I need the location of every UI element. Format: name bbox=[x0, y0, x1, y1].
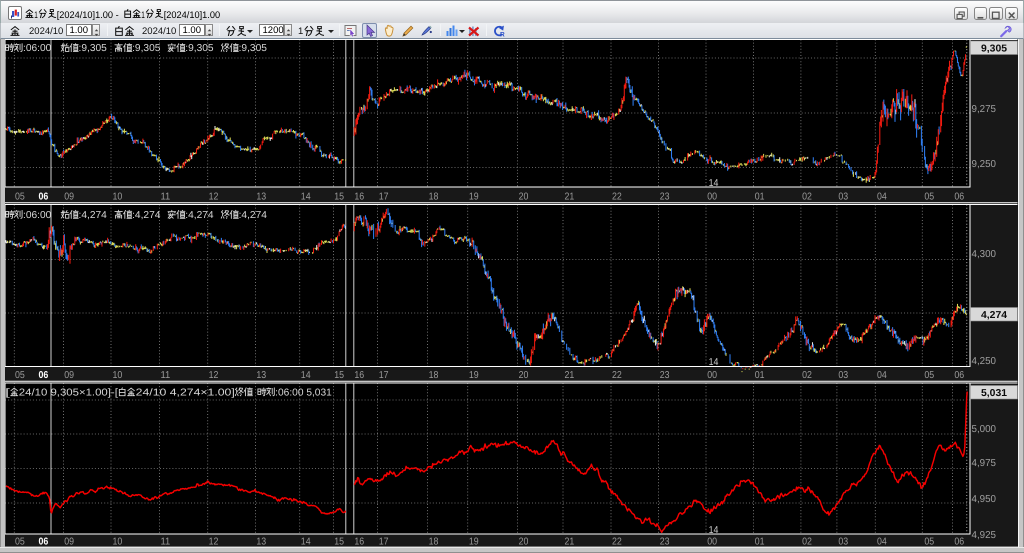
svg-text::06:00: :06:00 bbox=[23, 43, 52, 54]
svg-text:9,275: 9,275 bbox=[972, 104, 997, 115]
svg-text::06:00: :06:00 bbox=[23, 210, 52, 221]
svg-text:04: 04 bbox=[877, 370, 887, 381]
svg-text:20: 20 bbox=[519, 191, 529, 202]
svg-text:13: 13 bbox=[256, 370, 266, 381]
svg-text:17: 17 bbox=[379, 370, 389, 381]
svg-text:[2024/10]1.00 -: [2024/10]1.00 - bbox=[57, 10, 119, 21]
svg-text:18: 18 bbox=[429, 191, 439, 202]
svg-text:4,950: 4,950 bbox=[972, 494, 997, 505]
svg-text:18: 18 bbox=[429, 370, 439, 381]
svg-text:00: 00 bbox=[707, 370, 717, 381]
svg-text:06: 06 bbox=[954, 191, 964, 202]
svg-text:[: [ bbox=[5, 387, 10, 398]
svg-text:23: 23 bbox=[660, 370, 670, 381]
svg-text:14: 14 bbox=[709, 525, 719, 536]
svg-text:4,300: 4,300 bbox=[972, 249, 997, 260]
svg-text::9,305: :9,305 bbox=[132, 43, 161, 54]
svg-text::9,305: :9,305 bbox=[239, 43, 268, 54]
svg-text:21: 21 bbox=[565, 191, 575, 202]
svg-text::4,274: :4,274 bbox=[239, 210, 268, 221]
svg-text:09: 09 bbox=[64, 191, 74, 202]
svg-text::4,274: :4,274 bbox=[185, 210, 214, 221]
svg-text:22: 22 bbox=[612, 370, 622, 381]
svg-text:03: 03 bbox=[838, 370, 848, 381]
svg-text:22: 22 bbox=[612, 191, 622, 202]
svg-text:9,305: 9,305 bbox=[981, 43, 1007, 54]
svg-text:16: 16 bbox=[354, 370, 364, 381]
svg-text:12: 12 bbox=[209, 191, 219, 202]
svg-text:9,250: 9,250 bbox=[972, 159, 997, 170]
svg-text:4,975: 4,975 bbox=[972, 458, 997, 469]
svg-text:5,000: 5,000 bbox=[972, 424, 997, 435]
svg-text:12: 12 bbox=[209, 370, 219, 381]
svg-text:14: 14 bbox=[709, 357, 719, 368]
svg-text:23: 23 bbox=[660, 191, 670, 202]
svg-text:14: 14 bbox=[301, 370, 311, 381]
svg-text::4,274: :4,274 bbox=[132, 210, 161, 221]
svg-text:20: 20 bbox=[519, 370, 529, 381]
svg-text:1: 1 bbox=[141, 10, 145, 21]
svg-text:05: 05 bbox=[924, 370, 934, 381]
svg-text:11: 11 bbox=[161, 191, 171, 202]
svg-text:14: 14 bbox=[301, 191, 311, 202]
svg-text:19: 19 bbox=[469, 370, 479, 381]
svg-text:09: 09 bbox=[64, 370, 74, 381]
svg-text:02: 02 bbox=[802, 191, 812, 202]
svg-text::4,274: :4,274 bbox=[79, 210, 108, 221]
svg-text:10: 10 bbox=[113, 370, 123, 381]
svg-text:24/10 9,305×1.00]-[: 24/10 9,305×1.00]-[ bbox=[19, 387, 118, 398]
svg-text:15: 15 bbox=[334, 191, 344, 202]
svg-text:16: 16 bbox=[354, 191, 364, 202]
svg-text:01: 01 bbox=[755, 191, 765, 202]
svg-text:03: 03 bbox=[838, 191, 848, 202]
svg-text:4,274: 4,274 bbox=[981, 310, 1007, 321]
svg-text:5,031: 5,031 bbox=[981, 388, 1007, 399]
svg-text:13: 13 bbox=[256, 191, 266, 202]
svg-text:17: 17 bbox=[379, 191, 389, 202]
svg-text::9,305: :9,305 bbox=[185, 43, 214, 54]
svg-text:04: 04 bbox=[877, 191, 887, 202]
svg-text:06: 06 bbox=[954, 370, 964, 381]
svg-text:14: 14 bbox=[709, 178, 719, 189]
svg-text:4,925: 4,925 bbox=[972, 530, 997, 541]
svg-text:11: 11 bbox=[161, 370, 171, 381]
svg-text:1: 1 bbox=[34, 10, 38, 21]
svg-text:05: 05 bbox=[924, 191, 934, 202]
svg-text::9,305: :9,305 bbox=[79, 43, 108, 54]
svg-text:05: 05 bbox=[15, 191, 25, 202]
svg-text:06: 06 bbox=[39, 370, 49, 381]
svg-text::06:00 5,031: :06:00 5,031 bbox=[275, 387, 332, 398]
svg-text:01: 01 bbox=[755, 370, 765, 381]
svg-text:21: 21 bbox=[565, 370, 575, 381]
svg-text:19: 19 bbox=[469, 191, 479, 202]
svg-text:24/10 4,274×1.00]: 24/10 4,274×1.00] bbox=[136, 387, 235, 398]
svg-text:R: R bbox=[500, 31, 505, 38]
svg-text:15: 15 bbox=[334, 370, 344, 381]
svg-text:06: 06 bbox=[39, 191, 49, 202]
svg-text:02: 02 bbox=[802, 370, 812, 381]
svg-text:[2024/10]1.00: [2024/10]1.00 bbox=[164, 10, 220, 21]
svg-text:10: 10 bbox=[113, 191, 123, 202]
svg-text:4,250: 4,250 bbox=[972, 356, 997, 367]
svg-text:05: 05 bbox=[15, 370, 25, 381]
svg-text:00: 00 bbox=[707, 191, 717, 202]
